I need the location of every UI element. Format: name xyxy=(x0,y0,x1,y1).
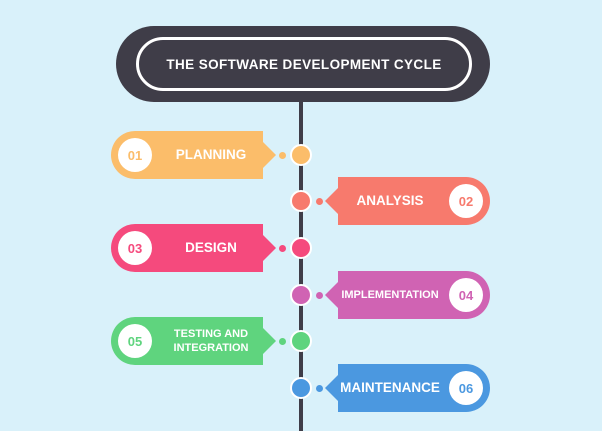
step-tag-01: 01 PLANNING xyxy=(111,131,263,179)
step-tag-05: 05 TESTING AND INTEGRATION xyxy=(111,317,263,365)
step-label: TESTING AND INTEGRATION xyxy=(173,328,249,354)
step-node-01 xyxy=(290,144,312,166)
step-node-03 xyxy=(290,237,312,259)
step-number: 03 xyxy=(118,231,152,265)
step-label: ANALYSIS xyxy=(356,193,424,208)
step-connector-dot-04 xyxy=(316,291,323,299)
step-arrow-03 xyxy=(263,235,276,261)
step-connector-dot-01 xyxy=(279,151,286,159)
step-tag-02: 02 ANALYSIS xyxy=(338,177,490,225)
step-connector-dot-05 xyxy=(279,337,286,345)
step-tag-06: 06 MAINTENANCE xyxy=(338,364,490,412)
title-banner: THE SOFTWARE DEVELOPMENT CYCLE xyxy=(116,26,490,102)
page-title: THE SOFTWARE DEVELOPMENT CYCLE xyxy=(136,37,472,91)
step-node-02 xyxy=(290,190,312,212)
step-arrow-05 xyxy=(263,328,276,354)
step-connector-dot-06 xyxy=(316,384,323,392)
step-arrow-04 xyxy=(325,282,338,308)
step-number: 01 xyxy=(118,138,152,172)
step-number: 05 xyxy=(118,324,152,358)
step-tag-03: 03 DESIGN xyxy=(111,224,263,272)
step-node-05 xyxy=(290,330,312,352)
step-label: IMPLEMENTATION xyxy=(341,289,439,301)
step-arrow-06 xyxy=(325,375,338,401)
step-arrow-02 xyxy=(325,188,338,214)
step-node-04 xyxy=(290,284,312,306)
step-tag-04: 04 IMPLEMENTATION xyxy=(338,271,490,319)
step-label: PLANNING xyxy=(175,147,247,162)
step-node-06 xyxy=(290,377,312,399)
step-connector-dot-03 xyxy=(279,244,286,252)
step-label: DESIGN xyxy=(185,240,237,255)
step-number: 06 xyxy=(449,371,483,405)
step-label: MAINTENANCE xyxy=(340,380,440,395)
step-arrow-01 xyxy=(263,142,276,168)
step-number: 04 xyxy=(449,278,483,312)
step-number: 02 xyxy=(449,184,483,218)
step-connector-dot-02 xyxy=(316,197,323,205)
